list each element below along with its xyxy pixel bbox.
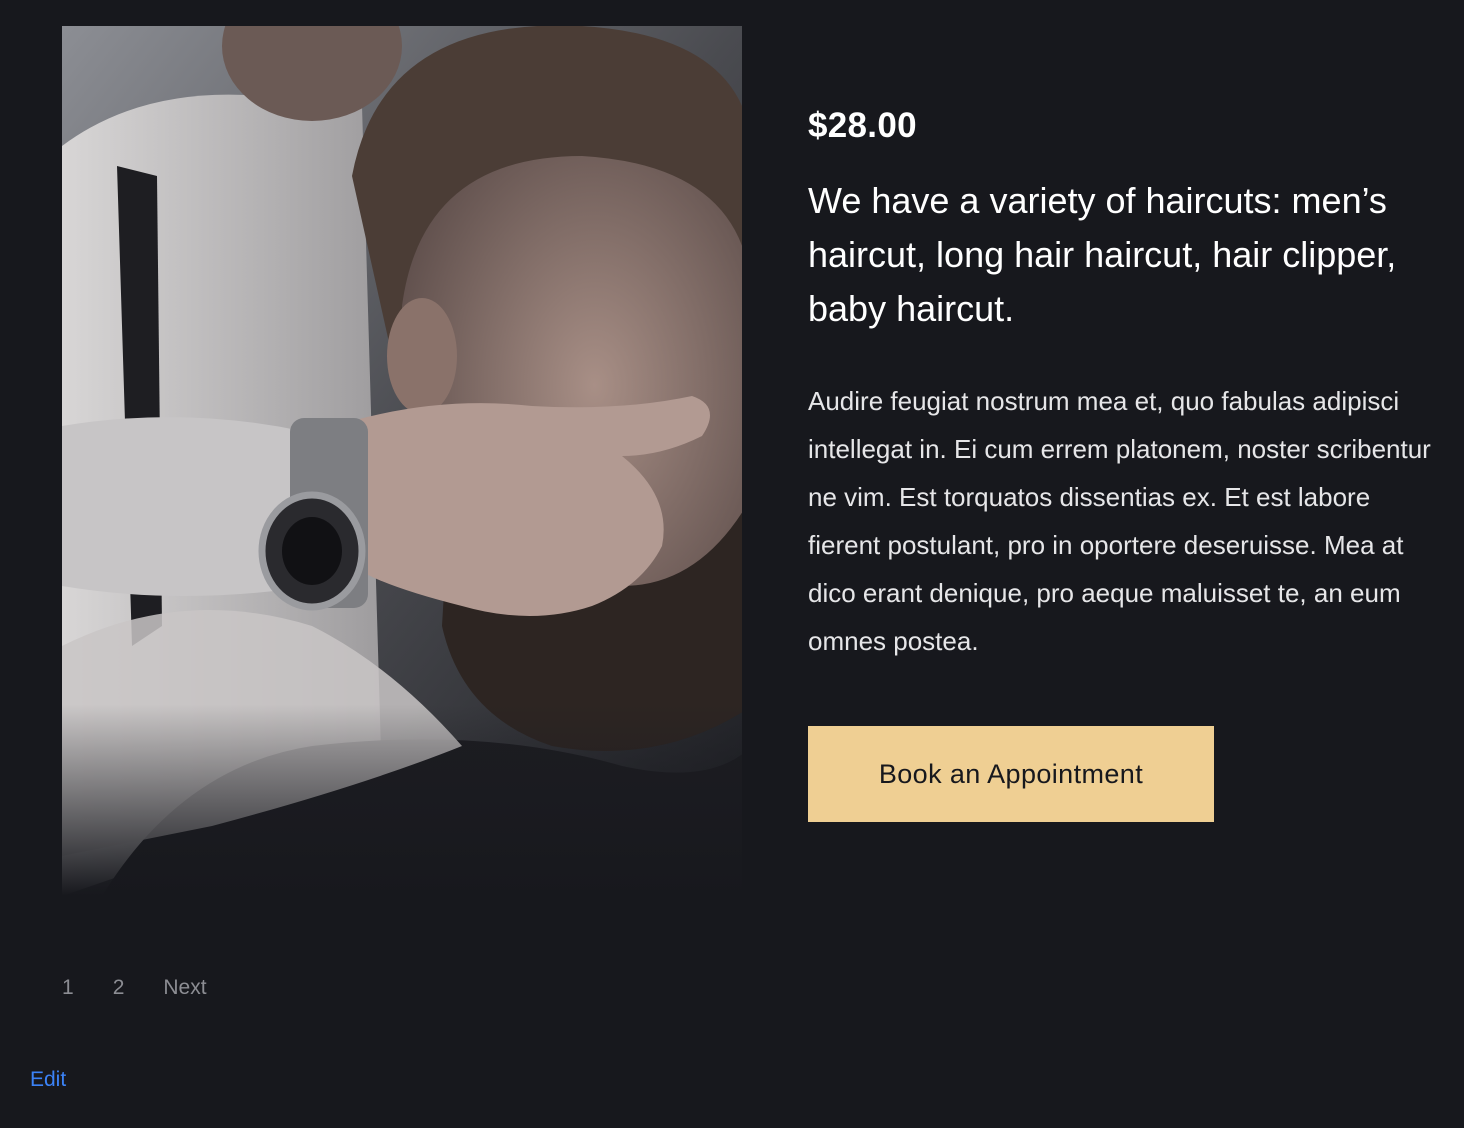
- service-details: $28.00 We have a variety of haircuts: me…: [808, 100, 1448, 665]
- service-page: $28.00 We have a variety of haircuts: me…: [0, 0, 1464, 1128]
- service-description: Audire feugiat nostrum mea et, quo fabul…: [808, 386, 1431, 656]
- page-1-link: 1: [62, 976, 74, 999]
- next-page-link[interactable]: Next: [163, 976, 206, 1000]
- page-2-link[interactable]: 2: [113, 976, 125, 1000]
- price-label: $28.00: [808, 106, 917, 145]
- edit-link[interactable]: Edit: [30, 1068, 66, 1092]
- pagination: 1 2 Next: [62, 976, 246, 1000]
- barber-photo: [62, 26, 742, 896]
- book-appointment-button[interactable]: Book an Appointment: [808, 726, 1214, 822]
- service-headline: We have a variety of haircuts: men’s hai…: [808, 180, 1397, 329]
